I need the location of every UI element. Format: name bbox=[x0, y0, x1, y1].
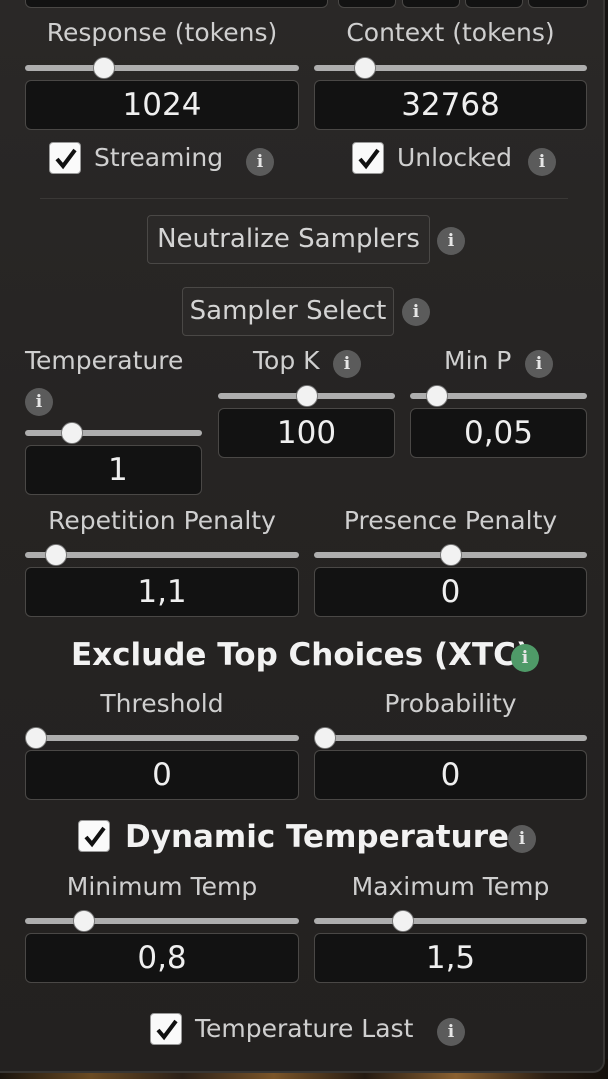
min-p-slider[interactable] bbox=[410, 385, 587, 407]
sampler-settings-panel: Response (tokens) 1024 Context (tokens) … bbox=[0, 0, 605, 1073]
xtc-probability-value: 0 bbox=[440, 757, 461, 793]
minimum-temp-value: 0,8 bbox=[137, 940, 187, 976]
minimum-temp-label: Minimum Temp bbox=[66, 872, 258, 901]
streaming-checkbox[interactable] bbox=[49, 142, 81, 174]
xtc-threshold-slider[interactable] bbox=[25, 727, 299, 749]
repetition-penalty-slider[interactable] bbox=[25, 544, 299, 566]
response-tokens-label: Response (tokens) bbox=[46, 18, 278, 47]
minimum-temp-input[interactable]: 0,8 bbox=[25, 933, 299, 983]
slider-knob[interactable] bbox=[391, 910, 414, 932]
previous-field-clipped bbox=[25, 0, 328, 8]
minimum-temp-slider[interactable] bbox=[25, 910, 299, 932]
xtc-heading: Exclude Top Choices (XTC) bbox=[71, 637, 531, 673]
xtc-threshold-input[interactable]: 0 bbox=[25, 750, 299, 800]
temperature-input[interactable]: 1 bbox=[25, 445, 202, 495]
temperature-info-icon[interactable]: i bbox=[25, 388, 53, 416]
maximum-temp-label: Maximum Temp bbox=[351, 872, 550, 901]
slider-knob[interactable] bbox=[93, 57, 116, 79]
min-p-input[interactable]: 0,05 bbox=[410, 408, 587, 458]
response-tokens-value: 1024 bbox=[122, 87, 202, 123]
sampler-select-info-icon[interactable]: i bbox=[402, 298, 430, 326]
min-p-info-icon[interactable]: i bbox=[525, 350, 553, 378]
min-p-label: Min P bbox=[444, 346, 512, 375]
top-k-input[interactable]: 100 bbox=[218, 408, 395, 458]
top-k-value: 100 bbox=[276, 415, 337, 451]
context-tokens-value: 32768 bbox=[401, 87, 500, 123]
sampler-select-button[interactable]: Sampler Select bbox=[182, 287, 394, 336]
slider-knob[interactable] bbox=[72, 910, 95, 932]
maximum-temp-input[interactable]: 1,5 bbox=[314, 933, 587, 983]
neutralize-info-icon[interactable]: i bbox=[437, 227, 465, 255]
previous-field-clipped bbox=[402, 0, 460, 8]
maximum-temp-value: 1,5 bbox=[425, 940, 476, 976]
temperature-last-info-icon[interactable]: i bbox=[437, 1018, 465, 1046]
streaming-info-icon[interactable]: i bbox=[246, 148, 274, 176]
previous-field-clipped bbox=[465, 0, 523, 8]
repetition-penalty-input[interactable]: 1,1 bbox=[25, 567, 299, 617]
min-p-value: 0,05 bbox=[463, 415, 534, 451]
context-tokens-label: Context (tokens) bbox=[346, 18, 555, 47]
xtc-threshold-label: Threshold bbox=[100, 689, 224, 718]
context-tokens-slider[interactable] bbox=[314, 57, 587, 79]
xtc-probability-slider[interactable] bbox=[314, 727, 587, 749]
section-divider bbox=[40, 198, 568, 199]
response-tokens-input[interactable]: 1024 bbox=[25, 80, 299, 130]
dynamic-temperature-info-icon[interactable]: i bbox=[508, 825, 536, 853]
xtc-info-icon[interactable]: i bbox=[511, 644, 539, 672]
slider-knob[interactable] bbox=[25, 727, 47, 749]
xtc-threshold-value: 0 bbox=[152, 757, 172, 793]
dynamic-temperature-checkbox[interactable] bbox=[78, 820, 110, 852]
unlocked-info-icon[interactable]: i bbox=[528, 148, 556, 176]
slider-knob[interactable] bbox=[439, 544, 462, 566]
temperature-slider[interactable] bbox=[25, 422, 202, 444]
previous-field-clipped bbox=[528, 0, 588, 8]
repetition-penalty-value: 1,1 bbox=[137, 574, 187, 610]
response-tokens-slider[interactable] bbox=[25, 57, 299, 79]
slider-knob[interactable] bbox=[425, 385, 448, 407]
previous-field-clipped bbox=[338, 0, 396, 8]
top-k-info-icon[interactable]: i bbox=[333, 350, 361, 378]
context-tokens-input[interactable]: 32768 bbox=[314, 80, 587, 130]
temperature-value: 1 bbox=[108, 452, 128, 488]
dynamic-temperature-heading: Dynamic Temperature bbox=[125, 819, 510, 855]
temperature-last-label: Temperature Last bbox=[195, 1014, 414, 1043]
top-k-slider[interactable] bbox=[218, 385, 395, 407]
slider-knob[interactable] bbox=[354, 57, 377, 79]
slider-knob[interactable] bbox=[295, 385, 318, 407]
presence-penalty-slider[interactable] bbox=[314, 544, 587, 566]
slider-knob[interactable] bbox=[60, 422, 83, 444]
streaming-label: Streaming bbox=[94, 143, 224, 172]
maximum-temp-slider[interactable] bbox=[314, 910, 587, 932]
top-k-label: Top K bbox=[253, 346, 320, 375]
temperature-last-checkbox[interactable] bbox=[150, 1013, 182, 1045]
neutralize-samplers-button[interactable]: Neutralize Samplers bbox=[147, 215, 430, 264]
slider-knob[interactable] bbox=[45, 544, 68, 566]
temperature-label: Temperature bbox=[25, 346, 184, 375]
presence-penalty-input[interactable]: 0 bbox=[314, 567, 587, 617]
repetition-penalty-label: Repetition Penalty bbox=[48, 506, 276, 535]
presence-penalty-label: Presence Penalty bbox=[343, 506, 558, 535]
unlocked-label: Unlocked bbox=[397, 143, 512, 172]
presence-penalty-value: 0 bbox=[440, 574, 461, 610]
unlocked-checkbox[interactable] bbox=[352, 142, 384, 174]
xtc-probability-label: Probability bbox=[384, 689, 517, 718]
xtc-probability-input[interactable]: 0 bbox=[314, 750, 587, 800]
slider-knob[interactable] bbox=[314, 727, 336, 749]
